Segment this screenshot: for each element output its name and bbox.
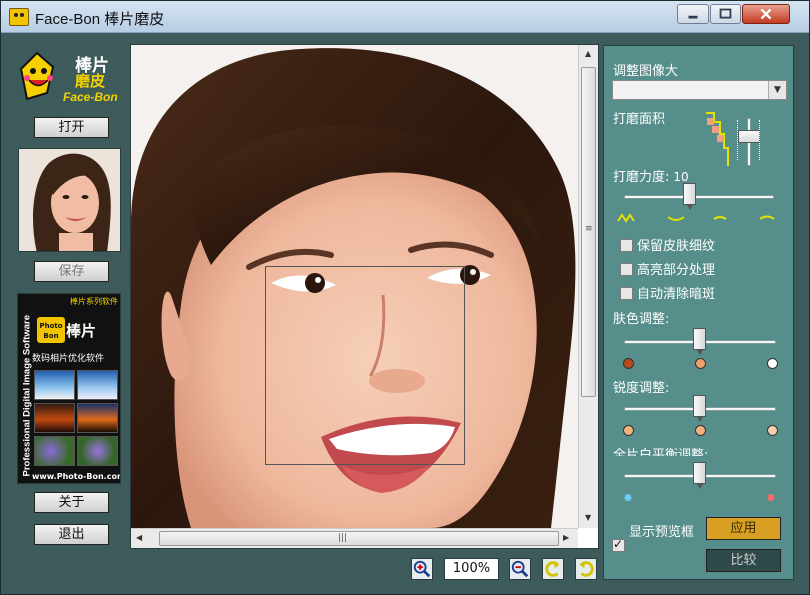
- scroll-up-icon[interactable]: ▲: [585, 49, 591, 58]
- horizontal-scroll-thumb[interactable]: |||: [159, 531, 559, 546]
- image-viewport[interactable]: ▲ ≡ ▼ ◀ ||| ▶: [130, 44, 599, 549]
- resize-select[interactable]: ▼: [612, 80, 787, 100]
- open-button[interactable]: 打开: [34, 117, 109, 138]
- tick-marks: [759, 120, 762, 160]
- cool-tone-icon: ✸: [623, 491, 634, 505]
- white-balance-slider-knob[interactable]: [693, 462, 706, 489]
- auto-remove-spots-checkbox[interactable]: [620, 287, 633, 300]
- close-button[interactable]: [742, 4, 790, 24]
- warm-tone-icon: ✸: [766, 491, 777, 505]
- rotate-right-button[interactable]: [575, 558, 597, 580]
- thumbnail-preview[interactable]: [18, 148, 121, 252]
- tick-marks: [737, 120, 740, 160]
- window-title: Face-Bon 棒片磨皮: [35, 11, 165, 28]
- area-label: 打磨面积: [613, 112, 666, 127]
- photo-bon-badge: Photo Bon: [36, 316, 66, 344]
- medium-skin-icon: [695, 358, 706, 369]
- scroll-down-icon[interactable]: ▼: [585, 513, 591, 522]
- sharp-face-icon: [767, 425, 778, 436]
- scroll-left-icon[interactable]: ◀: [136, 533, 142, 542]
- ad-brand-text: 棒片: [66, 322, 97, 340]
- resize-label: 调整图像大: [613, 64, 679, 79]
- horizontal-scrollbar[interactable]: ◀ ||| ▶: [131, 528, 578, 548]
- software-ad-banner[interactable]: 棒片系列软件 Professional Digital Image Softwa…: [17, 293, 121, 484]
- ad-sample-image: [77, 403, 118, 433]
- apply-button[interactable]: 应用: [706, 517, 781, 540]
- adjustment-panel: 调整图像大 ▼ 打磨面积 打磨力度: 10 保留皮肤细纹 高亮部分处理 自动清除…: [603, 45, 794, 580]
- zoom-out-icon: [511, 560, 529, 578]
- exit-button[interactable]: 退出: [34, 524, 109, 545]
- rotate-left-icon: [545, 561, 560, 577]
- compare-button[interactable]: 比较: [706, 549, 781, 572]
- zoom-in-button[interactable]: [411, 558, 433, 580]
- strength-slider-track[interactable]: [624, 195, 774, 199]
- grip-icon: |||: [338, 533, 348, 543]
- ad-subtitle-text: 数码相片优化软件: [32, 354, 105, 364]
- ad-sample-image: [34, 370, 75, 400]
- rotate-left-button[interactable]: [542, 558, 564, 580]
- highlight-processing-checkbox[interactable]: [620, 263, 633, 276]
- vertical-scrollbar[interactable]: ▲ ≡ ▼: [578, 45, 598, 528]
- maximize-button[interactable]: [710, 4, 741, 24]
- chevron-down-icon[interactable]: ▼: [768, 81, 786, 99]
- keep-skin-texture-checkbox[interactable]: [620, 239, 633, 252]
- title-bar: Face-Bon 棒片磨皮: [1, 1, 809, 33]
- normal-face-icon: [695, 425, 706, 436]
- logo-brand-text-2: 磨皮: [75, 72, 106, 90]
- maximize-icon: [719, 8, 732, 19]
- white-balance-label: 全片白平衡调整:: [613, 448, 709, 456]
- sharpness-slider-knob[interactable]: [693, 395, 706, 422]
- ad-sample-image: [77, 436, 118, 466]
- brush-size-stairs-icon: [706, 112, 729, 166]
- strength-value: 10: [673, 170, 689, 184]
- scroll-right-icon[interactable]: ▶: [563, 533, 569, 542]
- keep-skin-texture-label: 保留皮肤细纹: [637, 239, 716, 254]
- dark-skin-icon: [623, 358, 634, 369]
- ad-vertical-text: Professional Digital Image Software: [21, 314, 33, 477]
- skin-tone-label: 肤色调整:: [613, 312, 670, 327]
- area-slider-knob[interactable]: [738, 130, 760, 143]
- logo-name-text: Face-Bon: [63, 90, 118, 104]
- soft-face-icon: [623, 425, 634, 436]
- strength-label-text: 打磨力度:: [613, 170, 670, 185]
- zoom-level-display: 100%: [444, 558, 499, 580]
- about-button[interactable]: 关于: [34, 492, 109, 513]
- strength-slider-knob[interactable]: [682, 183, 696, 210]
- ad-sample-image: [34, 403, 75, 433]
- rotate-right-icon: [579, 561, 594, 577]
- minimize-icon: [688, 15, 698, 19]
- ad-series-text: 棒片系列软件: [70, 297, 118, 306]
- show-preview-checkbox[interactable]: [612, 537, 625, 552]
- auto-remove-spots-label: 自动清除暗斑: [637, 287, 716, 302]
- ad-sample-image: [77, 370, 118, 400]
- grip-icon: ≡: [585, 224, 593, 234]
- app-window: Face-Bon 棒片磨皮 棒片 磨皮 Face-Bon 打开 保存 棒片系列软…: [0, 0, 810, 595]
- highlight-processing-label: 高亮部分处理: [637, 263, 716, 278]
- zoom-in-icon: [413, 560, 431, 578]
- zoom-out-button[interactable]: [509, 558, 531, 580]
- skin-tone-slider-knob[interactable]: [693, 328, 706, 355]
- light-skin-icon: [767, 358, 778, 369]
- app-logo-icon: [9, 8, 29, 26]
- minimize-button[interactable]: [677, 4, 709, 24]
- preview-frame[interactable]: [265, 266, 465, 465]
- show-preview-label: 显示预览框: [629, 525, 695, 540]
- main-photo[interactable]: [131, 45, 578, 528]
- ad-sample-image: [34, 436, 75, 466]
- close-icon: [760, 8, 772, 20]
- save-button[interactable]: 保存: [34, 261, 109, 282]
- vertical-scroll-thumb[interactable]: ≡: [581, 67, 596, 397]
- strength-level-icons: [617, 213, 775, 223]
- thumbnail-face-image: [19, 149, 120, 251]
- sharpness-label: 锐度调整:: [613, 381, 670, 396]
- ad-url-text: www.Photo-Bon.com: [32, 472, 121, 481]
- strength-label: 打磨力度: 10: [613, 166, 689, 185]
